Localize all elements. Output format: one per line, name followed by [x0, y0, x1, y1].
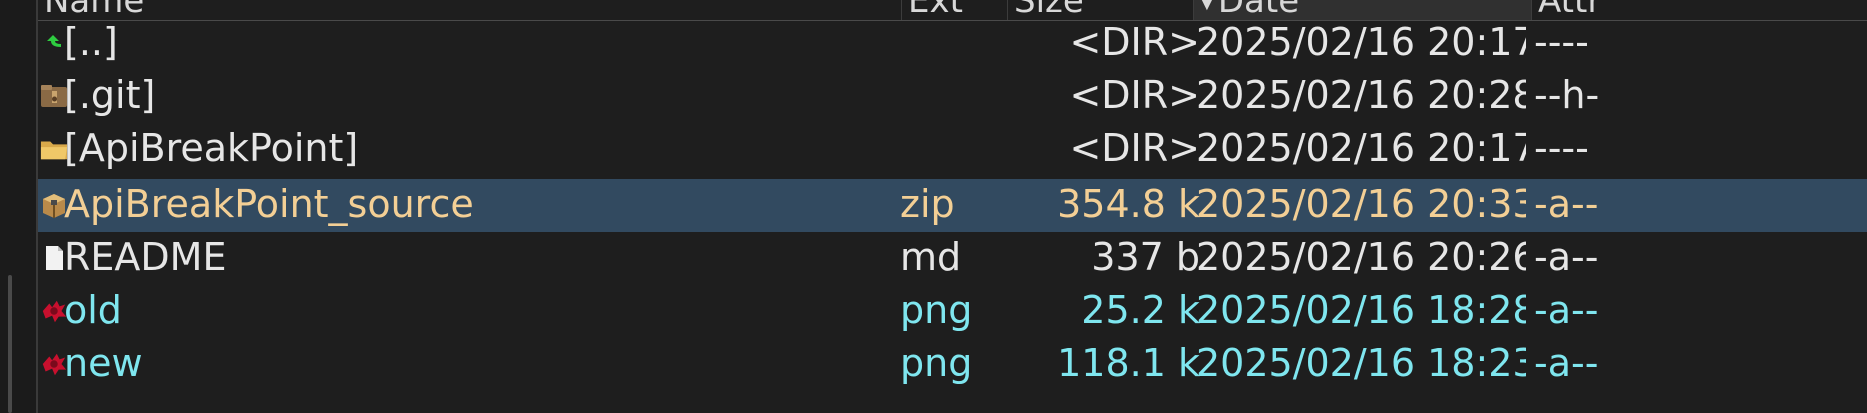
left-panel-scrollbar[interactable] [8, 275, 12, 413]
left-panel-strip [0, 0, 38, 413]
file-ext [900, 123, 1000, 176]
file-size: <DIR> [1069, 126, 1200, 170]
list-item[interactable]: README md 337 b 2025/02/16 20:26 -a-- [38, 232, 1867, 285]
file-date: 2025/02/16 20:33 [1196, 182, 1526, 226]
list-item-selected[interactable]: ApiBreakPoint_source zip 354.8 k 2025/02… [38, 179, 1867, 232]
file-date: 2025/02/16 20:28 [1196, 73, 1526, 117]
file-size: 118.1 k [1057, 341, 1200, 385]
file-size: <DIR> [1069, 73, 1200, 117]
file-name: new [64, 341, 143, 385]
file-attr: ---- [1534, 20, 1589, 64]
file-date: 2025/02/16 20:17 [1196, 126, 1526, 170]
file-ext: md [900, 235, 962, 279]
sort-descending-icon: ▼ [1200, 0, 1214, 13]
file-attr: -a-- [1534, 288, 1599, 332]
file-size: <DIR> [1069, 20, 1200, 64]
file-name: README [64, 235, 227, 279]
file-attr: -a-- [1534, 235, 1599, 279]
file-ext: zip [900, 182, 955, 226]
list-item[interactable]: [ApiBreakPoint] <DIR> 2025/02/16 20:17 -… [38, 123, 1867, 176]
file-date: 2025/02/16 20:17 [1196, 20, 1526, 64]
file-ext [900, 70, 1000, 123]
file-ext: png [900, 341, 973, 385]
file-name: [.git] [64, 73, 156, 117]
list-item[interactable]: [.git] <DIR> 2025/02/16 20:28 --h- [38, 70, 1867, 123]
file-attr: ---- [1534, 126, 1589, 170]
file-name: ApiBreakPoint_source [64, 182, 474, 226]
file-size: 337 b [1091, 235, 1200, 279]
list-item[interactable]: [..] <DIR> 2025/02/16 20:17 ---- [38, 17, 1867, 70]
list-item[interactable]: old png 25.2 k 2025/02/16 18:28 -a-- [38, 285, 1867, 338]
file-ext: png [900, 288, 973, 332]
file-date: 2025/02/16 18:23 [1196, 341, 1526, 385]
list-item[interactable]: new png 118.1 k 2025/02/16 18:23 -a-- [38, 338, 1867, 391]
file-ext [900, 17, 1000, 70]
file-name: old [64, 288, 122, 332]
file-attr: -a-- [1534, 182, 1599, 226]
file-size: 25.2 k [1081, 288, 1200, 332]
file-name: [ApiBreakPoint] [64, 126, 359, 170]
file-attr: --h- [1534, 73, 1600, 117]
file-size: 354.8 k [1057, 182, 1200, 226]
file-list-panel: Name Ext Size ▼ Date Attr [..] <DIR> 2025… [38, 0, 1867, 413]
file-date: 2025/02/16 20:26 [1196, 235, 1526, 279]
file-name: [..] [64, 20, 118, 64]
file-attr: -a-- [1534, 341, 1599, 385]
file-date: 2025/02/16 18:28 [1196, 288, 1526, 332]
